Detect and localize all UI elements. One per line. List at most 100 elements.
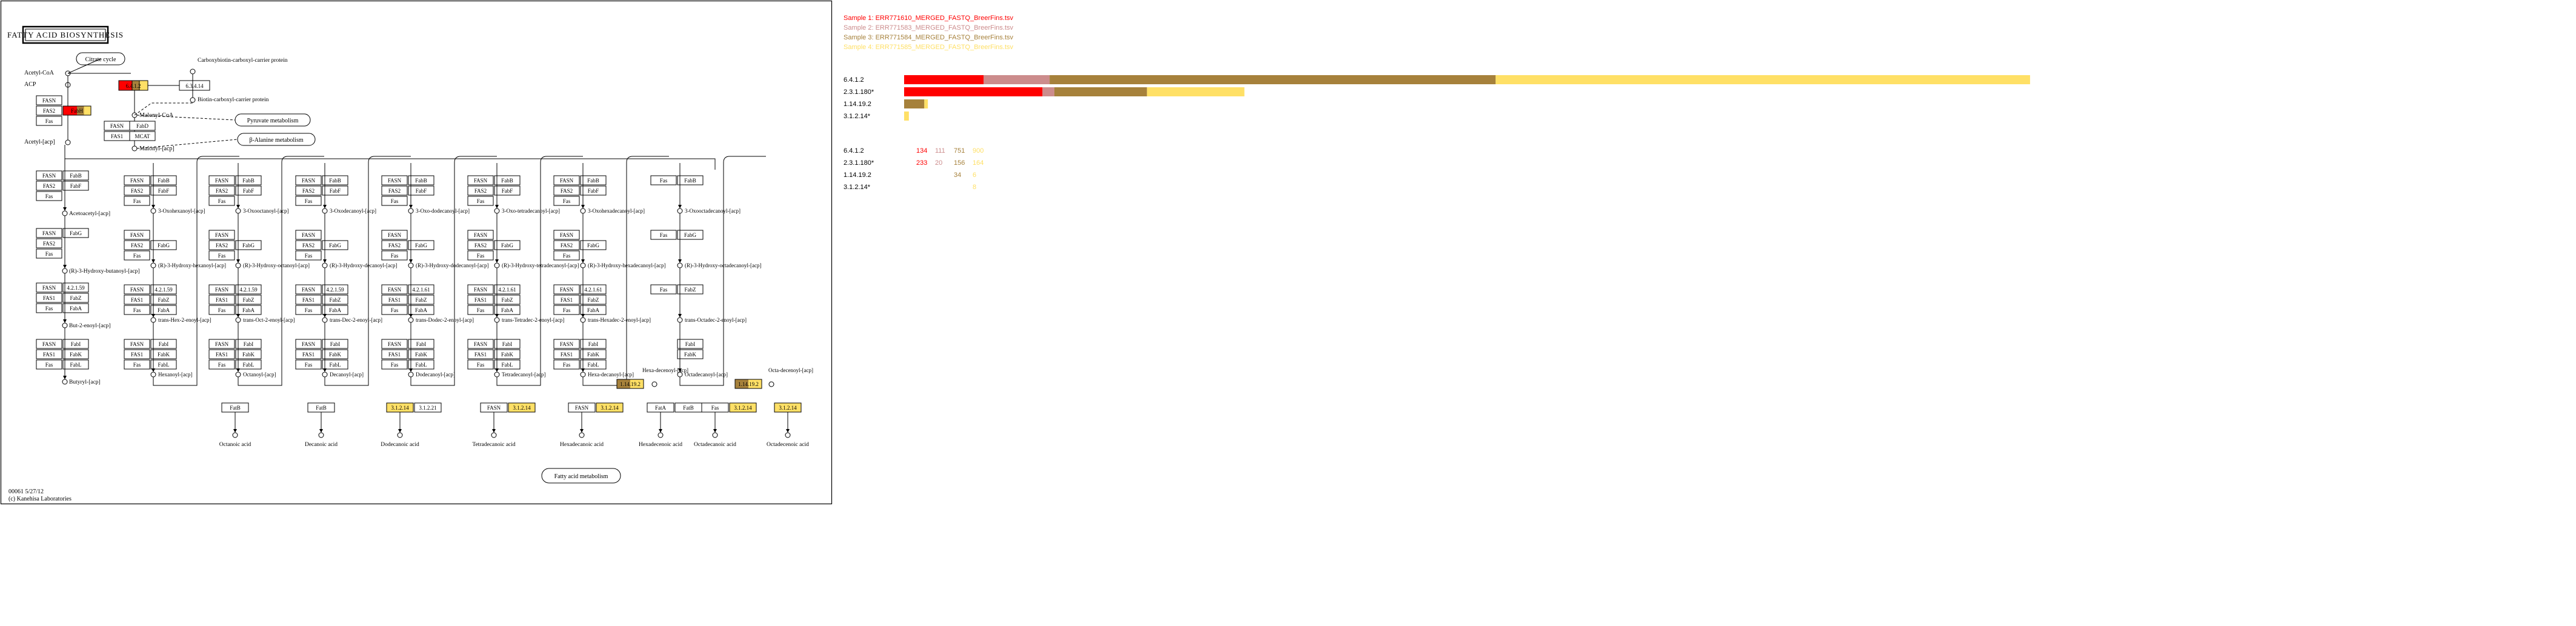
compound-node[interactable] [150,208,156,214]
gene-box-6-4-1-2[interactable]: 6.4.1.2 [118,80,148,91]
gene-box-fasn[interactable]: FASN [208,175,235,185]
gene-box-fabd[interactable]: FabD [129,121,156,131]
compound-node[interactable] [150,317,156,323]
gene-box-faba[interactable]: FabA [580,305,607,315]
gene-box-4-2-1-59[interactable]: 4.2.1.59 [235,284,262,295]
compound-fatty-acid[interactable] [712,432,718,438]
gene-box-fasn[interactable]: FASN [124,339,150,349]
gene-box-fasn[interactable]: FASN [381,339,408,349]
gene-box-fabi[interactable]: FabI [580,339,607,349]
gene-box-fabz[interactable]: FabZ [580,295,607,305]
compound-node[interactable] [408,208,414,214]
compound-node[interactable] [150,371,156,378]
gene-box-fas2[interactable]: FAS2 [553,240,580,250]
gene-box-3-1-2-14[interactable]: 3.1.2.14 [729,402,757,413]
compound-node[interactable] [408,371,414,378]
gene-box-fabk[interactable]: FabK [580,349,607,359]
gene-box-fas[interactable]: Fas [553,359,580,370]
gene-box-fasn[interactable]: FASN [553,175,580,185]
gene-box-fas2[interactable]: FAS2 [467,240,494,250]
gene-box-fatb[interactable]: FatB [674,402,702,413]
gene-box-fabz[interactable]: FabZ [150,295,177,305]
gene-box-3-1-2-14[interactable]: 3.1.2.14 [386,402,414,413]
gene-box-fas[interactable]: Fas [124,305,150,315]
gene-box-fas[interactable]: Fas [381,250,408,261]
gene-box-fabz[interactable]: FabZ [408,295,434,305]
gene-box-fas1[interactable]: FAS1 [295,295,322,305]
compound-node[interactable] [235,208,241,214]
gene-box-fasn[interactable]: FASN [467,284,494,295]
gene-box-fasn[interactable]: FASN [208,284,235,295]
gene-box-fas2[interactable]: FAS2 [295,240,322,250]
gene-box-fabk[interactable]: FabK [235,349,262,359]
gene-box-fasn[interactable]: FASN [467,230,494,240]
gene-box-fasn[interactable]: FASN [36,95,62,105]
pathway-beta-alanine-metabolism[interactable]: β-Alanine metabolism [237,133,316,146]
compound-node[interactable] [62,379,68,385]
compound-carboxybiotin[interactable] [190,68,196,75]
gene-box-faba[interactable]: FabA [150,305,177,315]
gene-box-fas1[interactable]: FAS1 [467,349,494,359]
gene-box-fabg[interactable]: FabG [62,228,89,238]
gene-box-fabl[interactable]: FabL [150,359,177,370]
gene-box-fabb[interactable]: FabB [150,175,177,185]
gene-box-fas2[interactable]: FAS2 [124,240,150,250]
gene-box-faba[interactable]: FabA [408,305,434,315]
gene-box-fabg[interactable]: FabG [580,240,607,250]
gene-box-fabi[interactable]: FabI [62,339,89,349]
gene-box-fabz[interactable]: FabZ [322,295,348,305]
gene-box-fabl[interactable]: FabL [322,359,348,370]
gene-box-fasn[interactable]: FASN [381,175,408,185]
gene-box-fasn[interactable]: FASN [553,339,580,349]
compound-node[interactable] [322,208,328,214]
gene-box-fata[interactable]: FatA [647,402,674,413]
gene-box-fasn[interactable]: FASN [295,230,322,240]
compound-node[interactable] [677,317,683,323]
compound-node[interactable] [677,262,683,268]
gene-box-fas2[interactable]: FAS2 [208,240,235,250]
gene-box-fas2[interactable]: FAS2 [36,105,62,116]
gene-box-3-1-2-14[interactable]: 3.1.2.14 [596,402,624,413]
gene-box-fasn[interactable]: FASN [553,230,580,240]
gene-box-fas[interactable]: Fas [701,402,729,413]
gene-box-fabl[interactable]: FabL [62,359,89,370]
gene-box-fas[interactable]: Fas [36,191,62,201]
gene-box-fabi[interactable]: FabI [408,339,434,349]
compound-node[interactable] [322,262,328,268]
gene-box-fas[interactable]: Fas [650,284,677,295]
gene-box-fabb[interactable]: FabB [494,175,521,185]
gene-box-fabg[interactable]: FabG [408,240,434,250]
gene-box-fas1[interactable]: FAS1 [36,349,62,359]
compound-fatty-acid[interactable] [232,432,238,438]
gene-box-fas[interactable]: Fas [208,359,235,370]
compound-malonyl-acp[interactable] [131,145,138,152]
compound-node[interactable] [322,371,328,378]
gene-box-fas[interactable]: Fas [36,359,62,370]
gene-box-fabf[interactable]: FabF [235,185,262,196]
gene-box-fas[interactable]: Fas [381,196,408,206]
gene-box-fasn[interactable]: FASN [208,230,235,240]
gene-box-faba[interactable]: FabA [235,305,262,315]
gene-box-fabz[interactable]: FabZ [235,295,262,305]
compound-fatty-acid[interactable] [491,432,497,438]
gene-box-fabg[interactable]: FabG [150,240,177,250]
gene-box-fabz[interactable]: FabZ [677,284,704,295]
gene-box-fasn[interactable]: FASN [568,402,596,413]
gene-box-fas[interactable]: Fas [553,305,580,315]
gene-box-4-2-1-59[interactable]: 4.2.1.59 [322,284,348,295]
gene-box-fas[interactable]: Fas [124,196,150,206]
gene-box-fabf[interactable]: FabF [62,181,89,191]
compound-hexadecenoyl[interactable] [651,381,657,387]
gene-box-fas[interactable]: Fas [553,250,580,261]
compound-node[interactable] [62,268,68,274]
gene-box-fas[interactable]: Fas [295,250,322,261]
gene-box-fas[interactable]: Fas [208,305,235,315]
gene-box-4-2-1-59[interactable]: 4.2.1.59 [62,282,89,293]
compound-fatty-acid[interactable] [318,432,324,438]
gene-box-fabf[interactable]: FabF [150,185,177,196]
gene-box-fas1[interactable]: FAS1 [104,131,130,141]
gene-box-faba[interactable]: FabA [494,305,521,315]
gene-box-fas1[interactable]: FAS1 [124,295,150,305]
gene-box-fas[interactable]: Fas [295,305,322,315]
gene-box-fas[interactable]: Fas [467,359,494,370]
